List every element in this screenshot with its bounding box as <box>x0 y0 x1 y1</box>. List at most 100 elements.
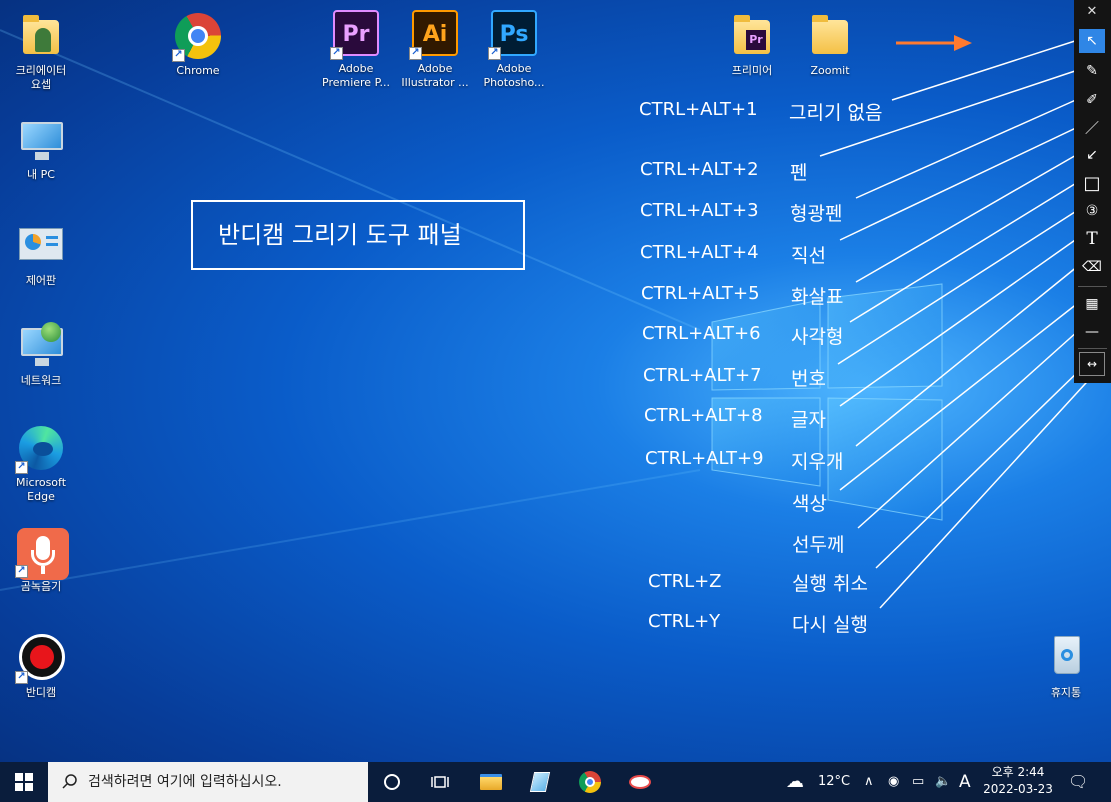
shortcut-keys: CTRL+ALT+9 <box>645 448 764 469</box>
cursor-icon[interactable]: ↖ <box>1079 29 1105 53</box>
shortcut-keys: CTRL+Y <box>648 611 721 632</box>
shortcut-keys: CTRL+ALT+7 <box>643 365 762 386</box>
shortcut-desc: 선두께 <box>792 534 845 556</box>
cortana-icon[interactable] <box>378 768 406 796</box>
weather-icon[interactable]: ☁ <box>786 762 804 802</box>
shortcut-desc: 직선 <box>791 245 826 267</box>
desktop-icon-label: Adobe Illustrator ... <box>401 62 469 89</box>
shortcut-desc: 화살표 <box>791 286 844 308</box>
control-panel-icon <box>19 228 63 260</box>
close-icon[interactable]: ✕ <box>1079 3 1105 19</box>
rectangle-icon[interactable]: □ <box>1079 171 1105 195</box>
connector-line <box>855 98 1079 199</box>
search-placeholder: 검색하려면 여기에 입력하십시오. <box>88 774 282 790</box>
connector-line <box>879 371 1097 609</box>
shortcut-desc: 실행 취소 <box>792 573 868 595</box>
volume-icon[interactable]: 🔈 <box>935 762 951 802</box>
desktop-icon-label: 내 PC <box>27 168 55 181</box>
connector-line <box>839 302 1079 491</box>
windows-icon <box>15 773 33 791</box>
desktop-icon-creator-folder[interactable]: 크리에이터 요셉 <box>1 12 81 92</box>
desktop-icon-illustrator[interactable]: Ai ↗ Adobe Illustrator ... <box>395 10 475 90</box>
clock[interactable]: 오후 2:44 2022-03-23 <box>978 764 1058 798</box>
windows-logo-pane <box>827 283 943 389</box>
pen-icon[interactable]: ✎ <box>1079 59 1105 83</box>
shortcut-arrow-icon: ↗ <box>488 47 501 60</box>
toolbar-divider <box>1078 286 1107 287</box>
taskbar: 검색하려면 여기에 입력하십시오. ☁ 12°C ∧ ◉ ▭ 🔈 A 오후 2:… <box>0 762 1111 802</box>
shortcut-arrow-icon: ↗ <box>15 565 28 578</box>
highlighter-icon[interactable]: ✐ <box>1079 88 1105 112</box>
shortcut-desc: 다시 실행 <box>792 614 868 636</box>
desktop-icon-bandicam[interactable]: ↗ 반디캠 <box>1 634 81 700</box>
desktop-icon-label: 크리에이터 요셉 <box>15 64 67 91</box>
desktop-icon-zoomit-folder[interactable]: Zoomit <box>790 12 870 78</box>
shortcut-keys: CTRL+ALT+3 <box>640 200 759 221</box>
file-explorer-icon[interactable] <box>477 768 505 796</box>
arrow-icon[interactable]: ↙ <box>1079 143 1105 167</box>
clock-time: 오후 2:44 <box>991 765 1045 779</box>
network-tray-icon[interactable]: ▭ <box>912 762 924 802</box>
desktop-icon-this-pc[interactable]: 내 PC <box>1 116 81 182</box>
connector-line <box>849 181 1079 323</box>
desktop-icon-label: Adobe Photosho... <box>483 62 545 89</box>
panel-title-box: 반디캠 그리기 도구 패널 <box>191 200 525 270</box>
person-icon <box>35 28 51 52</box>
desktop-icon-label: 제어판 <box>25 274 57 287</box>
webcam-icon[interactable]: ◉ <box>888 762 899 802</box>
number-icon[interactable]: ③ <box>1079 199 1105 223</box>
desktop-icon-premiere-folder[interactable]: Pr 프리미어 <box>712 12 792 78</box>
connector-line <box>855 153 1079 283</box>
shortcut-desc: 형광펜 <box>790 203 843 225</box>
ime-indicator[interactable]: A <box>959 762 971 802</box>
notepad-icon[interactable] <box>526 768 554 796</box>
desktop-icon-label: Zoomit <box>810 64 850 77</box>
desktop-icon-premiere[interactable]: Pr ↗ Adobe Premiere P... <box>316 10 396 90</box>
shortcut-keys: CTRL+ALT+4 <box>640 242 759 263</box>
connector-line <box>857 330 1079 529</box>
shortcut-keys: CTRL+Z <box>648 571 722 592</box>
connector-line <box>875 365 1085 569</box>
search-box[interactable]: 검색하려면 여기에 입력하십시오. <box>48 762 368 802</box>
shortcut-arrow-icon: ↗ <box>330 47 343 60</box>
shortcut-desc: 펜 <box>790 162 808 184</box>
desktop-icon-label: 반디캠 <box>25 686 57 699</box>
eraser-icon[interactable]: ⌫ <box>1079 255 1105 279</box>
windows-logo-pane <box>827 397 943 521</box>
chrome-taskbar-icon[interactable] <box>576 768 604 796</box>
desktop-icon-control-panel[interactable]: 제어판 <box>1 222 81 288</box>
premiere-badge-icon: Pr <box>746 30 766 50</box>
drawing-toolbar: ✕ ↖ ✎ ✐ ／ ↙ □ ③ T ⌫ ▦ — ↔ <box>1074 0 1111 383</box>
notification-icon[interactable]: 🗨 <box>1068 762 1088 802</box>
desktop-icon-recycle-bin[interactable]: 휴지통 <box>1026 634 1106 700</box>
start-button[interactable] <box>0 762 48 802</box>
undo-redo-icon[interactable]: ↔ <box>1079 352 1105 376</box>
task-view-icon[interactable] <box>426 768 454 796</box>
desktop-icon-label: Chrome <box>176 64 220 77</box>
connector-line <box>855 265 1079 447</box>
text-icon[interactable]: T <box>1079 227 1105 251</box>
desktop-icon-photoshop[interactable]: Ps ↗ Adobe Photosho... <box>474 10 554 90</box>
color-icon[interactable]: ▦ <box>1079 292 1105 316</box>
desktop-icon-network[interactable]: 네트워크 <box>1 322 81 388</box>
desktop-icon-label: 네트워크 <box>20 374 62 387</box>
desktop-icon-chrome[interactable]: ↗ Chrome <box>158 12 238 78</box>
clock-date: 2022-03-23 <box>983 782 1053 796</box>
shortcut-arrow-icon: ↗ <box>15 671 28 684</box>
desktop-icon-gom-recorder[interactable]: ↗ 곰녹음기 <box>1 528 81 594</box>
snipping-tool-icon[interactable] <box>626 768 654 796</box>
line-icon[interactable]: ／ <box>1079 116 1105 140</box>
shortcut-desc: 글자 <box>791 409 826 431</box>
shortcut-arrow-icon: ↗ <box>409 47 422 60</box>
chevron-up-icon[interactable]: ∧ <box>864 762 874 802</box>
shortcut-keys: CTRL+ALT+5 <box>641 283 760 304</box>
desktop-icon-edge[interactable]: ↗ Microsoft Edge <box>1 424 81 504</box>
line-width-icon[interactable]: — <box>1079 320 1105 344</box>
connector-line <box>891 39 1079 101</box>
folder-icon <box>812 15 848 54</box>
shortcut-keys: CTRL+ALT+2 <box>640 159 759 180</box>
connector-line <box>839 237 1079 407</box>
weather-temp[interactable]: 12°C <box>818 762 850 802</box>
shortcut-keys: CTRL+ALT+1 <box>639 99 758 120</box>
orange-arrow <box>896 35 972 51</box>
